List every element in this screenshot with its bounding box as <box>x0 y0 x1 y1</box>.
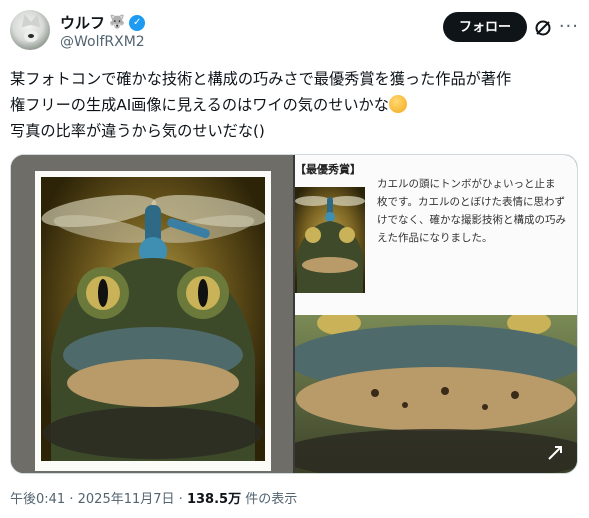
verified-badge-icon[interactable]: ✓ <box>129 14 146 31</box>
thinking-face-emoji <box>388 95 407 113</box>
meta-separator: · <box>178 492 183 507</box>
post-text-segment: 権フリーの生成AI画像に見えるのはワイの気のせいかな <box>10 96 389 114</box>
award-description: カエルの頭にトンボがひょいっと止ま 枚です。カエルのとぼけた表情に思わず けでな… <box>377 178 566 244</box>
media-image-left[interactable] <box>11 155 293 473</box>
avatar[interactable] <box>10 10 50 50</box>
follow-button[interactable]: フォロー <box>442 12 527 42</box>
award-label: 【最優秀賞】 <box>295 163 361 176</box>
thumbnail-illustration <box>295 196 365 293</box>
author-display-name[interactable]: ウルフ <box>60 12 105 33</box>
frog-dragonfly-photo <box>41 177 265 461</box>
media-image-right[interactable]: 【最優秀賞】 カエルの頭にトンボがひょいっと止ま 枚です。カエルのとぼけた表情に… <box>295 155 577 473</box>
views-label: 件の表示 <box>245 492 298 507</box>
post-header: ウルフ 🐺 ✓ @WolfRXM2 フォロー ··· <box>10 8 579 56</box>
post-text: 某フォトコンで確かな技術と構成の巧みさで最優秀賞を獲った作品が著作 権フリーの生… <box>10 66 580 144</box>
avatar-ear-right <box>28 12 44 28</box>
post-meta: 午後0:41 · 2025年11月7日 · 138.5万 件の表示 <box>10 488 297 507</box>
views-count: 138.5万 <box>186 492 242 507</box>
media-grid[interactable]: 【最優秀賞】 カエルの頭にトンボがひょいっと止ま 枚です。カエルのとぼけた表情に… <box>10 154 578 474</box>
author-handle[interactable]: @WolfRXM2 <box>60 34 145 50</box>
expand-icon[interactable] <box>547 445 563 461</box>
grok-icon[interactable] <box>533 18 553 38</box>
post-text-line: 写真の比率が違うから気のせいだな() <box>10 122 265 140</box>
closeup-illustration <box>295 315 577 473</box>
post-time[interactable]: 午後0:41 <box>10 492 65 507</box>
post-text-line: 某フォトコンで確かな技術と構成の巧みさで最優秀賞を獲った作品が著作 <box>10 70 512 88</box>
wolf-emoji-icon: 🐺 <box>109 15 126 30</box>
post-date[interactable]: 2025年11月7日 <box>78 492 175 507</box>
post-text-line: 権フリーの生成AI画像に見えるのはワイの気のせいかな <box>10 92 580 118</box>
frog-dragonfly-illustration <box>41 194 265 461</box>
author-name-row[interactable]: ウルフ 🐺 ✓ <box>60 12 146 33</box>
avatar-nose <box>28 34 34 38</box>
meta-separator: · <box>69 492 74 507</box>
award-thumbnail <box>295 187 365 293</box>
more-icon[interactable]: ··· <box>559 16 579 37</box>
frog-closeup-photo <box>295 315 577 473</box>
